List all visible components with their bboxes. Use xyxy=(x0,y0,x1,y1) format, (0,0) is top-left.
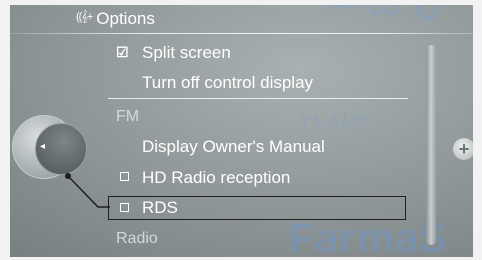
scrollbar[interactable] xyxy=(426,45,436,245)
pointer-dot xyxy=(65,173,71,179)
idrive-screen: ~ ∞ ∪ ((𝄞+ Options ☑ Split screen Turn o… xyxy=(0,0,482,260)
plus-icon[interactable]: + xyxy=(453,138,475,160)
pointer-polyline xyxy=(67,175,110,208)
pointer-line xyxy=(65,173,110,208)
frame-left xyxy=(0,0,10,260)
frame-right xyxy=(473,0,482,260)
frame-top xyxy=(0,0,482,5)
